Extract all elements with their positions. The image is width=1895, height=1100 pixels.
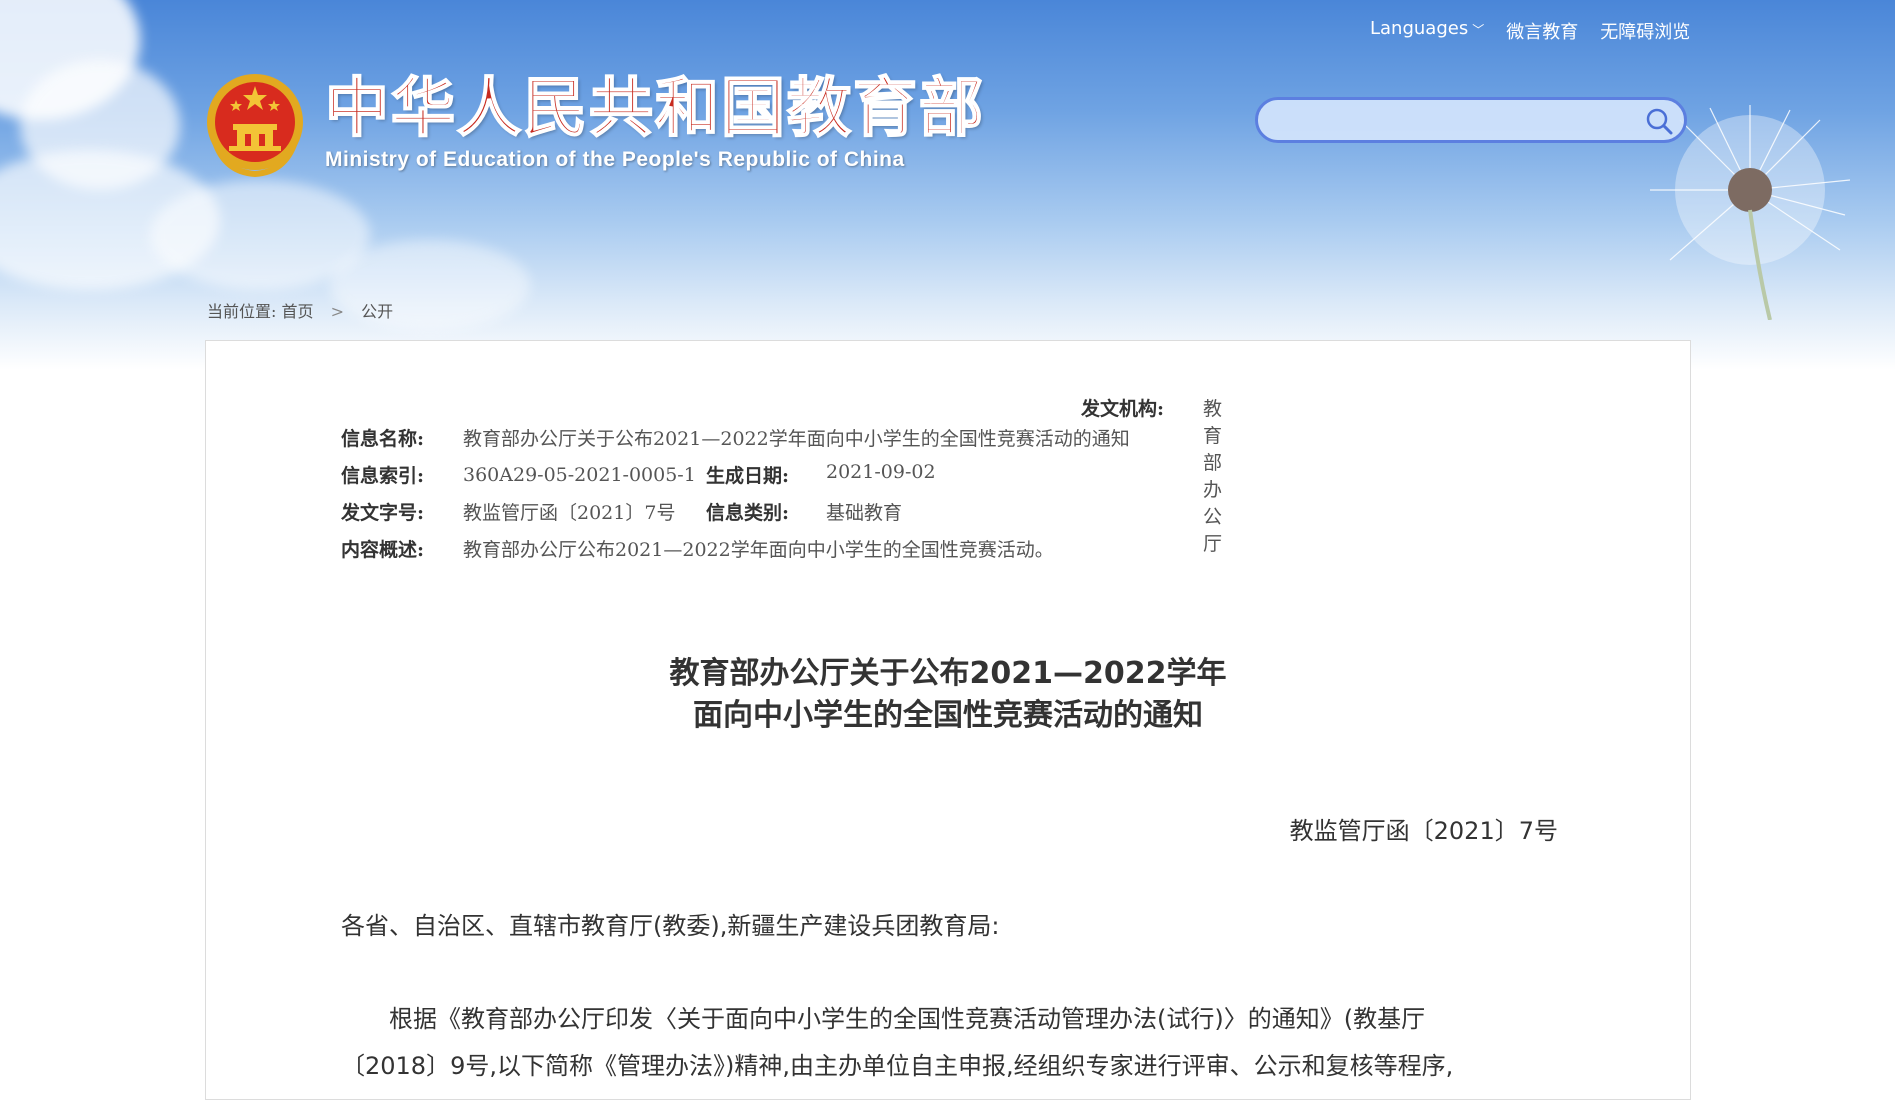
- breadcrumb-separator: >: [330, 302, 345, 321]
- top-links: Languages ﹀ 微言教育 无障碍浏览: [1370, 18, 1690, 44]
- search-icon[interactable]: [1644, 106, 1674, 136]
- weiyan-link[interactable]: 微言教育: [1506, 18, 1578, 44]
- info-date-label: 生成日期:: [706, 465, 790, 487]
- info-category-value: 基础教育: [826, 502, 903, 524]
- languages-menu[interactable]: Languages ﹀: [1370, 18, 1484, 44]
- breadcrumb-prefix: 当前位置:: [207, 302, 277, 321]
- info-row-name: 信息名称: 教育部办公厅关于公布2021—2022学年面向中小学生的全国性竞赛活…: [341, 419, 1130, 456]
- info-table: 信息名称: 教育部办公厅关于公布2021—2022学年面向中小学生的全国性竞赛活…: [341, 398, 1222, 567]
- paragraph-line1: 根据《教育部办公厅印发〈关于面向中小学生的全国性竞赛活动管理办法(试行)〉的通知…: [389, 1005, 1426, 1033]
- article-panel: 信息名称: 教育部办公厅关于公布2021—2022学年面向中小学生的全国性竞赛活…: [205, 340, 1691, 1100]
- info-docno-label: 发文字号:: [341, 502, 425, 524]
- breadcrumb-home-link[interactable]: 首页: [282, 302, 314, 321]
- document-addressee: 各省、自治区、直辖市教育厅(教委),新疆生产建设兵团教育局:: [341, 912, 1000, 940]
- info-summary-label: 内容概述:: [341, 539, 425, 561]
- info-org-value: 教育部办公厅: [1203, 397, 1223, 555]
- breadcrumb: 当前位置: 首页 > 公开: [207, 298, 393, 322]
- document-number: 教监管厅函〔2021〕7号: [1289, 817, 1558, 845]
- info-docno-value: 教监管厅函〔2021〕7号: [463, 502, 676, 524]
- document-title-line2: 面向中小学生的全国性竞赛活动的通知: [693, 698, 1203, 733]
- info-date-value: 2021-09-02: [826, 461, 936, 483]
- info-name-label: 信息名称:: [341, 428, 425, 450]
- info-index-label: 信息索引:: [341, 465, 425, 487]
- info-index-value: 360A29-05-2021-0005-1: [463, 463, 696, 486]
- document-title: 教育部办公厅关于公布2021—2022学年 面向中小学生的全国性竞赛活动的通知: [206, 653, 1690, 737]
- document-title-line1: 教育部办公厅关于公布2021—2022学年: [669, 656, 1227, 691]
- info-name-value: 教育部办公厅关于公布2021—2022学年面向中小学生的全国性竞赛活动的通知: [463, 428, 1130, 450]
- site-title-en: Ministry of Education of the People's Re…: [325, 148, 905, 171]
- national-emblem-icon[interactable]: [205, 72, 305, 178]
- search-input[interactable]: [1276, 106, 1640, 136]
- site-title-cn: 中华人民共和国教育部: [324, 72, 985, 146]
- search-box: [1255, 97, 1687, 143]
- info-row-docno: 发文字号: 教监管厅函〔2021〕7号 信息类别: 基础教育: [341, 493, 1130, 530]
- paragraph-line2: 〔2018〕9号,以下简称《管理办法》)精神,由主办单位自主申报,经组织专家进行…: [341, 1052, 1454, 1080]
- breadcrumb-current-link[interactable]: 公开: [361, 302, 393, 321]
- info-summary-value: 教育部办公厅公布2021—2022学年面向中小学生的全国性竞赛活动。: [463, 539, 1054, 561]
- chevron-down-icon: ﹀: [1472, 23, 1485, 37]
- info-category-label: 信息类别:: [706, 502, 790, 524]
- site-title[interactable]: 中华人民共和国教育部 Ministry of Education of the …: [324, 72, 985, 172]
- accessibility-link[interactable]: 无障碍浏览: [1600, 18, 1690, 44]
- document-paragraph: 根据《教育部办公厅印发〈关于面向中小学生的全国性竞赛活动管理办法(试行)〉的通知…: [341, 996, 1561, 1090]
- info-row-summary: 内容概述: 教育部办公厅公布2021—2022学年面向中小学生的全国性竞赛活动。: [341, 530, 1130, 567]
- info-row-index: 信息索引: 360A29-05-2021-0005-1 生成日期: 2021-0…: [341, 398, 1222, 555]
